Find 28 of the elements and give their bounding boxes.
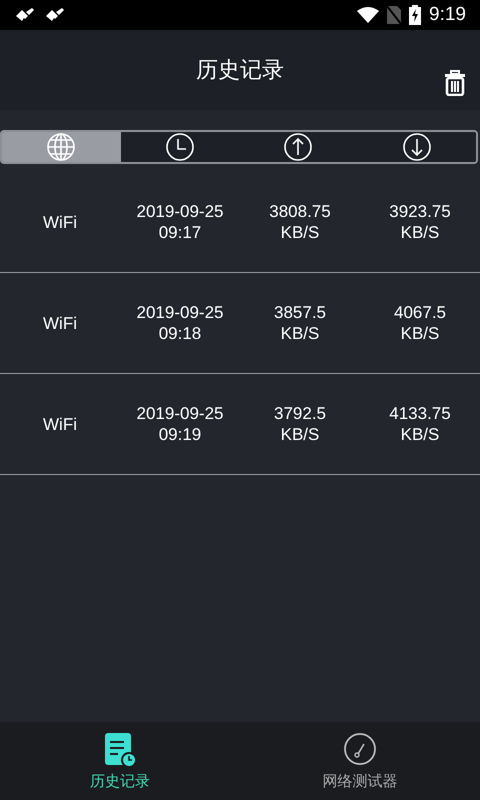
table-cell: 4067.5 KB/S bbox=[394, 302, 446, 344]
nav-tab[interactable]: 历史记录 bbox=[0, 722, 240, 800]
gauge-icon bbox=[343, 732, 377, 768]
broom-icon bbox=[44, 7, 66, 23]
table-cell: 4133.75 KB/S bbox=[389, 403, 451, 445]
globe-icon bbox=[46, 132, 76, 162]
no-sim-icon bbox=[387, 6, 402, 24]
broom-icon bbox=[14, 7, 36, 23]
battery-icon bbox=[409, 5, 422, 25]
wifi-icon bbox=[357, 7, 380, 23]
status-time: 9:19 bbox=[429, 4, 466, 26]
clock-icon bbox=[164, 132, 195, 162]
nav-tab[interactable]: 网络测试器 bbox=[240, 722, 480, 800]
table-cell: 3808.75 KB/S bbox=[269, 201, 331, 243]
table-cell: WiFi bbox=[43, 312, 77, 334]
table-cell: 3792.5 KB/S bbox=[274, 403, 326, 445]
table-cell: 2019-09-25 09:18 bbox=[136, 302, 224, 344]
table-cell: 2019-09-25 09:17 bbox=[136, 201, 224, 243]
tab[interactable] bbox=[120, 132, 239, 162]
document-clock-icon bbox=[103, 732, 137, 768]
table-cell: WiFi bbox=[43, 414, 77, 434]
table-cell: 3857.5 KB/S bbox=[274, 302, 326, 344]
page-title: 历史记录 bbox=[196, 57, 284, 85]
tab[interactable] bbox=[358, 132, 476, 162]
trash-icon[interactable] bbox=[444, 70, 466, 96]
table-cell: 3923.75 KB/S bbox=[389, 201, 451, 243]
table-cell: 2019-09-25 09:19 bbox=[136, 403, 224, 445]
table-cell: WiFi bbox=[43, 212, 77, 232]
